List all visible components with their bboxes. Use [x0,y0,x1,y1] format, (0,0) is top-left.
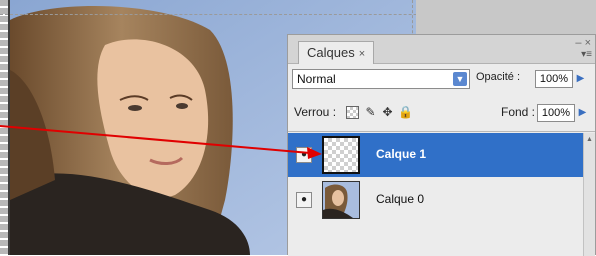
annotation-arrow [0,125,322,159]
screenshot-canvas: Calques × – × ▾≡ Normal ▼ Opacité : 100% … [0,0,596,256]
